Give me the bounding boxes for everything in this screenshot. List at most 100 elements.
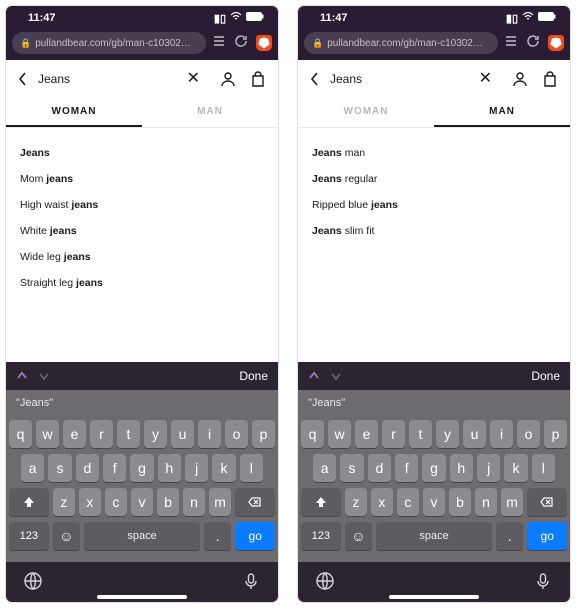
letter-key-i[interactable]: i <box>490 420 513 448</box>
brave-shield-icon[interactable] <box>256 35 272 51</box>
suggestion-item[interactable]: Mom jeans <box>20 166 264 192</box>
mic-icon[interactable] <box>242 572 260 590</box>
letter-key-i[interactable]: i <box>198 420 221 448</box>
mic-icon[interactable] <box>534 572 552 590</box>
letter-key-v[interactable]: v <box>423 488 445 516</box>
number-mode-key[interactable]: 123 <box>9 522 49 550</box>
letter-key-a[interactable]: a <box>313 454 336 482</box>
letter-key-c[interactable]: c <box>397 488 419 516</box>
emoji-key[interactable]: ☺ <box>345 522 372 550</box>
url-field[interactable]: 🔒 pullandbear.com/gb/man-c10302… <box>304 32 498 54</box>
keyboard-suggest-bar[interactable]: "Jeans" <box>298 390 570 416</box>
menu-icon[interactable] <box>504 34 518 53</box>
search-term[interactable]: Jeans <box>330 72 469 86</box>
space-key[interactable]: space <box>84 522 200 550</box>
letter-key-l[interactable]: l <box>532 454 555 482</box>
globe-icon[interactable] <box>316 572 334 590</box>
suggestion-item[interactable]: Wide leg jeans <box>20 244 264 270</box>
letter-key-u[interactable]: u <box>171 420 194 448</box>
letter-key-b[interactable]: b <box>449 488 471 516</box>
letter-key-h[interactable]: h <box>450 454 473 482</box>
tab-woman[interactable]: WOMAN <box>298 98 434 127</box>
account-icon[interactable] <box>512 71 528 87</box>
suggestion-item[interactable]: White jeans <box>20 218 264 244</box>
letter-key-s[interactable]: s <box>340 454 363 482</box>
letter-key-e[interactable]: e <box>63 420 86 448</box>
letter-key-k[interactable]: k <box>504 454 527 482</box>
reload-icon[interactable] <box>526 34 540 53</box>
letter-key-m[interactable]: m <box>501 488 523 516</box>
letter-key-b[interactable]: b <box>157 488 179 516</box>
letter-key-t[interactable]: t <box>409 420 432 448</box>
suggestion-item[interactable]: Jeans man <box>312 140 556 166</box>
letter-key-d[interactable]: d <box>76 454 99 482</box>
letter-key-r[interactable]: r <box>90 420 113 448</box>
letter-key-q[interactable]: q <box>301 420 324 448</box>
field-prev-icon[interactable] <box>16 370 28 382</box>
menu-icon[interactable] <box>212 34 226 53</box>
letter-key-f[interactable]: f <box>395 454 418 482</box>
account-icon[interactable] <box>220 71 236 87</box>
dot-key[interactable]: . <box>204 522 231 550</box>
backspace-key[interactable] <box>527 488 567 516</box>
letter-key-p[interactable]: p <box>252 420 275 448</box>
bag-icon[interactable] <box>542 71 558 87</box>
shift-key[interactable] <box>301 488 341 516</box>
letter-key-t[interactable]: t <box>117 420 140 448</box>
brave-shield-icon[interactable] <box>548 35 564 51</box>
suggestion-item[interactable]: Ripped blue jeans <box>312 192 556 218</box>
number-mode-key[interactable]: 123 <box>301 522 341 550</box>
letter-key-j[interactable]: j <box>185 454 208 482</box>
letter-key-q[interactable]: q <box>9 420 32 448</box>
suggestion-item[interactable]: Jeans slim fit <box>312 218 556 244</box>
letter-key-d[interactable]: d <box>368 454 391 482</box>
letter-key-z[interactable]: z <box>53 488 75 516</box>
letter-key-z[interactable]: z <box>345 488 367 516</box>
field-prev-icon[interactable] <box>308 370 320 382</box>
letter-key-x[interactable]: x <box>371 488 393 516</box>
letter-key-c[interactable]: c <box>105 488 127 516</box>
letter-key-m[interactable]: m <box>209 488 231 516</box>
letter-key-f[interactable]: f <box>103 454 126 482</box>
suggestion-item[interactable]: Jeans <box>20 140 264 166</box>
letter-key-o[interactable]: o <box>517 420 540 448</box>
chevron-left-icon[interactable] <box>18 72 28 86</box>
tab-man[interactable]: MAN <box>434 98 570 127</box>
clear-search-icon[interactable]: ✕ <box>187 71 200 87</box>
clear-search-icon[interactable]: ✕ <box>479 71 492 87</box>
letter-key-s[interactable]: s <box>48 454 71 482</box>
letter-key-y[interactable]: y <box>436 420 459 448</box>
emoji-key[interactable]: ☺ <box>53 522 80 550</box>
letter-key-n[interactable]: n <box>475 488 497 516</box>
letter-key-p[interactable]: p <box>544 420 567 448</box>
suggestion-item[interactable]: High waist jeans <box>20 192 264 218</box>
keyboard-done-button[interactable]: Done <box>531 369 560 383</box>
letter-key-n[interactable]: n <box>183 488 205 516</box>
shift-key[interactable] <box>9 488 49 516</box>
suggestion-item[interactable]: Jeans regular <box>312 166 556 192</box>
tab-man[interactable]: MAN <box>142 98 278 127</box>
globe-icon[interactable] <box>24 572 42 590</box>
keyboard-done-button[interactable]: Done <box>239 369 268 383</box>
chevron-left-icon[interactable] <box>310 72 320 86</box>
keyboard-suggest-bar[interactable]: "Jeans" <box>6 390 278 416</box>
go-key[interactable]: go <box>527 522 567 550</box>
letter-key-v[interactable]: v <box>131 488 153 516</box>
home-indicator[interactable] <box>97 595 187 599</box>
letter-key-w[interactable]: w <box>36 420 59 448</box>
suggestion-item[interactable]: Straight leg jeans <box>20 270 264 296</box>
dot-key[interactable]: . <box>496 522 523 550</box>
search-term[interactable]: Jeans <box>38 72 177 86</box>
letter-key-a[interactable]: a <box>21 454 44 482</box>
letter-key-w[interactable]: w <box>328 420 351 448</box>
field-next-icon[interactable] <box>330 370 342 382</box>
backspace-key[interactable] <box>235 488 275 516</box>
letter-key-g[interactable]: g <box>422 454 445 482</box>
home-indicator[interactable] <box>389 595 479 599</box>
space-key[interactable]: space <box>376 522 492 550</box>
letter-key-r[interactable]: r <box>382 420 405 448</box>
tab-woman[interactable]: WOMAN <box>6 98 142 127</box>
letter-key-l[interactable]: l <box>240 454 263 482</box>
letter-key-e[interactable]: e <box>355 420 378 448</box>
letter-key-j[interactable]: j <box>477 454 500 482</box>
